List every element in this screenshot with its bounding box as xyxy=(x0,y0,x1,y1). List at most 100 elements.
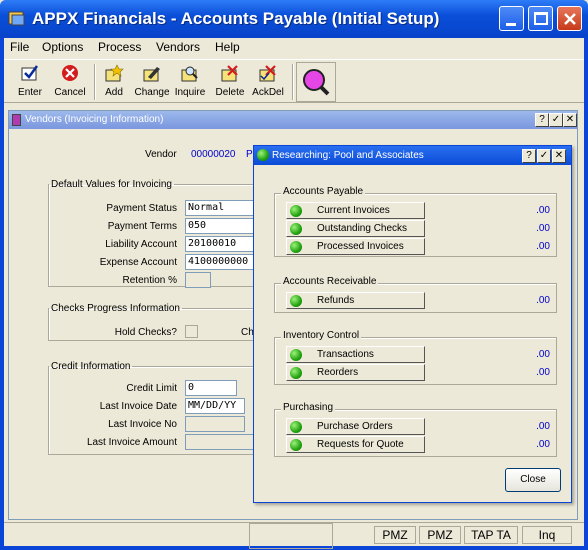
window-close-button[interactable]: ✕ xyxy=(563,113,577,127)
vendor-label: Vendor xyxy=(145,149,177,160)
purchase-orders-button[interactable]: Purchase Orders xyxy=(286,418,425,435)
menu-vendors[interactable]: Vendors xyxy=(156,40,200,54)
last-invoice-date-field[interactable]: MM/DD/YY xyxy=(185,398,245,414)
add-icon xyxy=(105,64,124,82)
title-bar[interactable]: APPX Financials - Accounts Payable (Init… xyxy=(0,0,588,38)
research-dot-icon xyxy=(290,205,302,217)
research-dialog: Researching: Pool and Associates ? ✓ ✕ A… xyxy=(253,145,572,503)
research-close-button[interactable]: ✕ xyxy=(552,149,566,163)
inquire-button[interactable]: Inquire xyxy=(170,62,210,102)
help-button[interactable]: ? xyxy=(535,113,549,127)
current-invoices-value: .00 xyxy=(536,205,550,216)
processed-invoices-value: .00 xyxy=(536,241,550,252)
refunds-button[interactable]: Refunds xyxy=(286,292,425,309)
research-ok-button[interactable]: ✓ xyxy=(537,149,551,163)
research-dot-icon xyxy=(290,295,302,307)
retention-field[interactable] xyxy=(185,272,211,288)
research-dot-icon xyxy=(290,241,302,253)
menu-bar: File Options Process Vendors Help xyxy=(4,38,584,58)
research-icon xyxy=(257,149,269,161)
research-title: Researching: Pool and Associates xyxy=(272,150,424,161)
requests-for-quote-button[interactable]: Requests for Quote xyxy=(286,436,425,453)
research-help-button[interactable]: ? xyxy=(522,149,536,163)
research-dot-icon xyxy=(290,367,302,379)
outstanding-checks-button[interactable]: Outstanding Checks xyxy=(286,220,425,237)
app-icon xyxy=(8,11,25,26)
vendors-title: Vendors (Invoicing Information) xyxy=(25,114,164,125)
help-icon: ? xyxy=(539,114,545,125)
accounts-payable-group: Accounts Payable Current Invoices .00 Ou… xyxy=(274,186,557,257)
menu-process[interactable]: Process xyxy=(98,40,141,54)
research-title-bar[interactable]: Researching: Pool and Associates ? ✓ ✕ xyxy=(254,146,571,165)
check-icon: ✓ xyxy=(551,114,561,125)
status-cell-3: TAP TA xyxy=(464,526,518,544)
hold-checks-label: Hold Checks? xyxy=(114,327,177,338)
maximize-button[interactable] xyxy=(528,6,553,31)
delete-button[interactable]: Delete xyxy=(210,62,250,102)
processed-invoices-button[interactable]: Processed Invoices xyxy=(286,238,425,255)
minimize-button[interactable] xyxy=(499,6,524,31)
accounts-receivable-group: Accounts Receivable Refunds .00 xyxy=(274,276,557,313)
menu-file[interactable]: File xyxy=(10,40,29,54)
menu-help[interactable]: Help xyxy=(215,40,240,54)
ok-button[interactable]: ✓ xyxy=(549,113,563,127)
inquire-icon xyxy=(181,66,198,82)
inventory-control-group: Inventory Control Transactions .00 Reord… xyxy=(274,330,557,385)
menu-options[interactable]: Options xyxy=(42,40,83,54)
maximize-icon xyxy=(534,12,548,25)
search-button[interactable] xyxy=(296,62,336,102)
enter-icon xyxy=(21,65,39,81)
vendor-name: P xyxy=(246,149,253,160)
purchasing-group: Purchasing Purchase Orders .00 Requests … xyxy=(274,402,557,457)
payment-terms-label: Payment Terms xyxy=(107,221,177,232)
research-dot-icon xyxy=(290,439,302,451)
check-icon: ✓ xyxy=(539,150,549,161)
purchase-orders-value: .00 xyxy=(536,421,550,432)
liability-account-label: Liability Account xyxy=(105,239,177,250)
status-cell-1: PMZ xyxy=(374,526,416,544)
research-dot-icon xyxy=(290,349,302,361)
close-icon xyxy=(564,13,576,25)
status-cell-2: PMZ xyxy=(419,526,461,544)
last-invoice-no-label: Last Invoice No xyxy=(108,419,177,430)
change-button[interactable]: Change xyxy=(132,62,172,102)
close-icon: ✕ xyxy=(554,150,564,161)
close-icon: ✕ xyxy=(565,114,575,125)
current-invoices-button[interactable]: Current Invoices xyxy=(286,202,425,219)
outstanding-checks-value: .00 xyxy=(536,223,550,234)
research-close-dialog-button[interactable]: Close xyxy=(505,468,561,492)
ackdel-button[interactable]: AckDel xyxy=(248,62,288,102)
refunds-value: .00 xyxy=(536,295,550,306)
last-invoice-amount-field[interactable] xyxy=(185,434,261,450)
window-title: APPX Financials - Accounts Payable (Init… xyxy=(32,9,440,28)
credit-limit-field[interactable]: 0 xyxy=(185,380,237,396)
reorders-button[interactable]: Reorders xyxy=(286,364,425,381)
close-button[interactable] xyxy=(557,6,582,31)
change-icon xyxy=(143,67,160,82)
toolbar-separator xyxy=(292,64,294,100)
last-invoice-amount-label: Last Invoice Amount xyxy=(86,437,177,448)
enter-button[interactable]: Enter xyxy=(10,62,50,102)
transactions-button[interactable]: Transactions xyxy=(286,346,425,363)
status-bar: PMZ PMZ TAP TA Inq xyxy=(4,522,584,544)
delete-icon xyxy=(221,65,238,82)
help-icon: ? xyxy=(526,150,532,161)
cancel-button[interactable]: Cancel xyxy=(50,62,90,102)
vendors-window-icon xyxy=(12,114,21,126)
requests-for-quote-value: .00 xyxy=(536,439,550,450)
cancel-icon xyxy=(62,65,78,81)
retention-label: Retention % xyxy=(122,275,177,286)
toolbar: Enter Cancel Add Change Inquire Delete A… xyxy=(4,59,584,103)
add-button[interactable]: Add xyxy=(94,62,134,102)
hold-checks-checkbox[interactable] xyxy=(185,325,198,338)
magnifier-icon xyxy=(303,69,330,96)
research-dot-icon xyxy=(290,223,302,235)
expense-account-label: Expense Account xyxy=(99,257,177,268)
payment-status-label: Payment Status xyxy=(106,203,177,214)
transactions-value: .00 xyxy=(536,349,550,360)
vendors-title-bar[interactable]: Vendors (Invoicing Information) ? ✓ ✕ xyxy=(9,111,577,129)
reorders-value: .00 xyxy=(536,367,550,378)
ackdel-icon xyxy=(259,65,276,82)
credit-limit-label: Credit Limit xyxy=(126,383,177,394)
last-invoice-no-field[interactable] xyxy=(185,416,245,432)
